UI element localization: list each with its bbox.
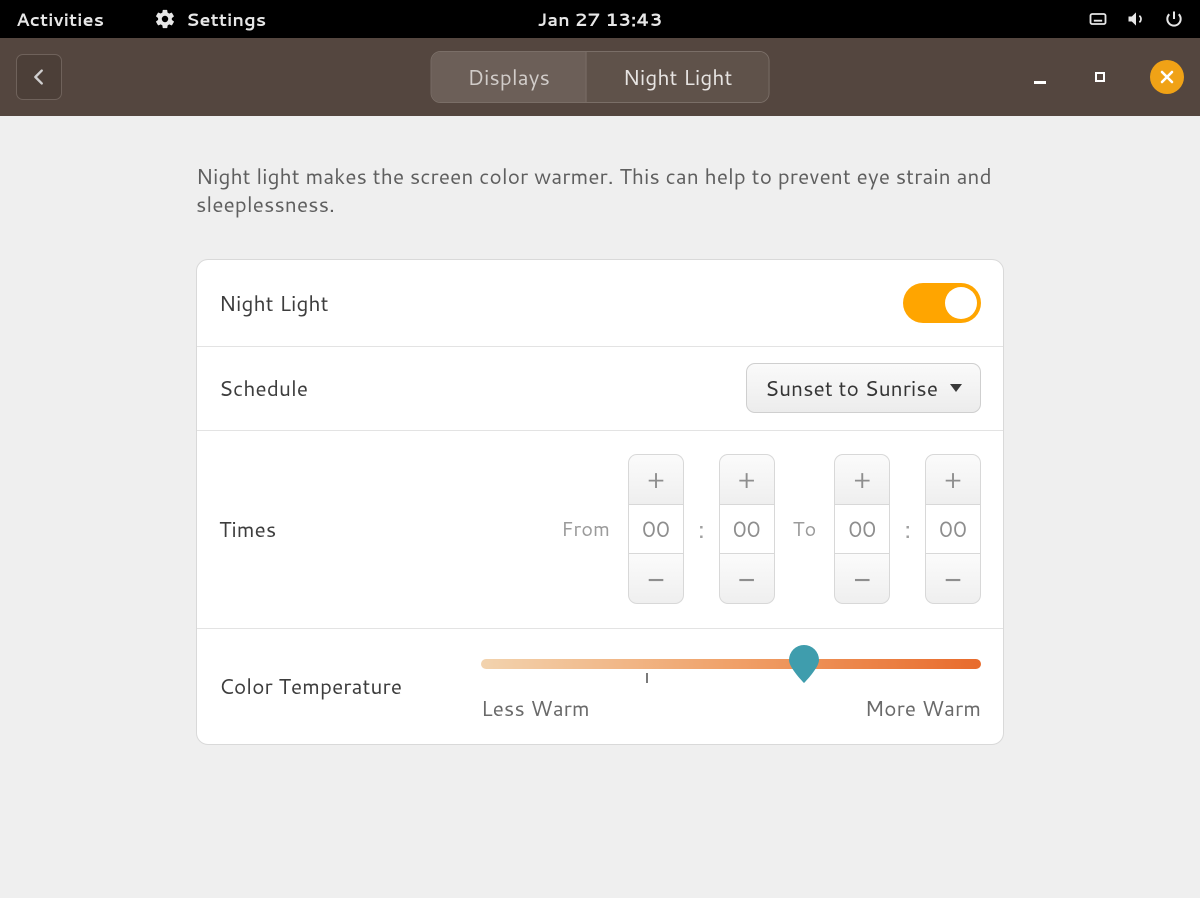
- to-hour-minus[interactable]: −: [834, 554, 890, 604]
- more-warm-label: More Warm: [865, 693, 981, 723]
- to-minute-plus[interactable]: +: [925, 454, 981, 504]
- less-warm-label: Less Warm: [481, 693, 590, 723]
- row-schedule: Schedule Sunset to Sunrise: [197, 346, 1003, 430]
- to-label: To: [793, 515, 817, 543]
- from-minute-minus[interactable]: −: [719, 554, 775, 604]
- slider-tick: [646, 673, 648, 683]
- to-minute-spinner: + 00 −: [925, 454, 981, 604]
- chevron-down-icon: [950, 384, 962, 392]
- intro-text: Night light makes the screen color warme…: [196, 162, 1004, 219]
- keyboard-icon[interactable]: [1088, 9, 1108, 29]
- slider-track: [481, 659, 981, 669]
- from-minute-spinner: + 00 −: [719, 454, 775, 604]
- close-icon: [1158, 68, 1176, 86]
- topbar-app-name: Settings: [186, 6, 266, 32]
- schedule-dropdown-value: Sunset to Sunrise: [765, 373, 938, 403]
- to-hour-value[interactable]: 00: [834, 504, 890, 554]
- row-night-light: Night Light: [197, 260, 1003, 346]
- from-minute-value[interactable]: 00: [719, 504, 775, 554]
- header-tabs: Displays Night Light: [431, 51, 770, 103]
- minimize-button[interactable]: [1030, 67, 1050, 87]
- row-color-temperature: Color Temperature Less Warm More Warm: [197, 628, 1003, 744]
- topbar-datetime[interactable]: Jan 27 13:43: [537, 6, 662, 32]
- slider-thumb[interactable]: [789, 645, 819, 683]
- to-minute-value[interactable]: 00: [925, 504, 981, 554]
- tab-displays[interactable]: Displays: [432, 52, 586, 102]
- maximize-button[interactable]: [1090, 67, 1110, 87]
- schedule-label: Schedule: [219, 373, 308, 403]
- times-label: Times: [219, 514, 276, 544]
- from-label: From: [561, 515, 610, 543]
- times-controls: From + 00 − : + 00 − To: [561, 454, 981, 604]
- colon-sep: :: [698, 512, 705, 546]
- activities-button[interactable]: Activities: [16, 6, 104, 32]
- night-light-switch[interactable]: [903, 283, 981, 323]
- to-time-group: + 00 − : + 00 −: [834, 454, 981, 604]
- from-time-group: + 00 − : + 00 −: [628, 454, 775, 604]
- tab-night-light[interactable]: Night Light: [586, 52, 769, 102]
- colon-sep: :: [904, 512, 911, 546]
- to-minute-minus[interactable]: −: [925, 554, 981, 604]
- to-hour-spinner: + 00 −: [834, 454, 890, 604]
- from-hour-minus[interactable]: −: [628, 554, 684, 604]
- settings-panel: Night Light Schedule Sunset to Sunrise T…: [196, 259, 1004, 745]
- row-times: Times From + 00 − : + 00 − To: [197, 430, 1003, 628]
- from-minute-plus[interactable]: +: [719, 454, 775, 504]
- to-hour-plus[interactable]: +: [834, 454, 890, 504]
- topbar-current-app[interactable]: Settings: [154, 6, 266, 32]
- back-button[interactable]: [16, 54, 62, 100]
- window-headerbar: Displays Night Light: [0, 38, 1200, 116]
- gear-icon: [154, 8, 176, 30]
- volume-icon[interactable]: [1126, 9, 1146, 29]
- from-hour-value[interactable]: 00: [628, 504, 684, 554]
- schedule-dropdown[interactable]: Sunset to Sunrise: [746, 363, 981, 413]
- switch-knob: [945, 287, 977, 319]
- color-temperature-slider[interactable]: [481, 649, 981, 679]
- close-button[interactable]: [1150, 60, 1184, 94]
- maximize-icon: [1095, 72, 1105, 82]
- from-hour-spinner: + 00 −: [628, 454, 684, 604]
- color-temperature-label: Color Temperature: [219, 671, 402, 701]
- night-light-label: Night Light: [219, 288, 329, 318]
- from-hour-plus[interactable]: +: [628, 454, 684, 504]
- power-icon[interactable]: [1164, 9, 1184, 29]
